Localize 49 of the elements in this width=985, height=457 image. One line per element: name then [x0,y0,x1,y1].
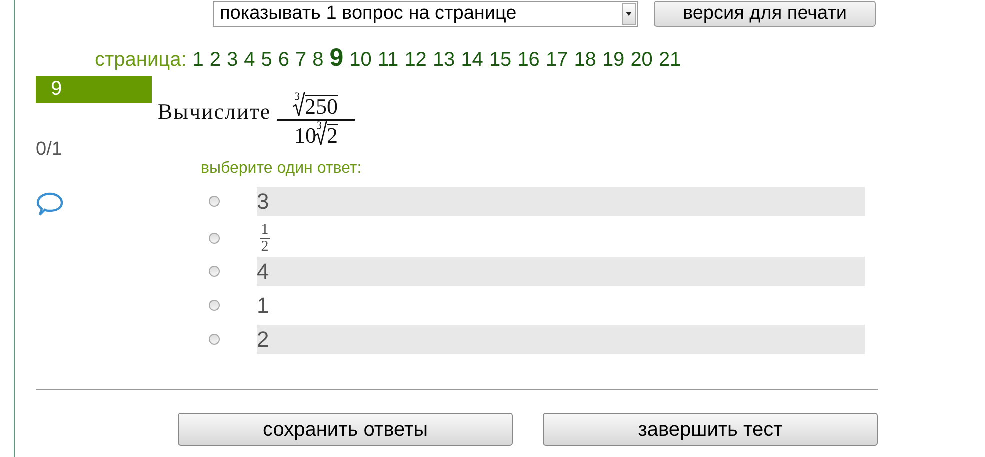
answer-prompt: выберите один ответ: [201,158,363,178]
action-button[interactable]: сохранить ответы [178,413,513,446]
page-link[interactable]: 6 [278,45,290,75]
page-link[interactable]: 1 [192,45,204,75]
radicand: 2 [326,124,338,146]
page-link[interactable]: 17 [546,45,568,75]
page-link[interactable]: 21 [658,45,682,75]
fraction-denominator: 2 [261,239,269,255]
dropdown-icon [622,2,636,24]
answer-option: 3 [257,187,865,216]
page-label: страница: [95,48,187,73]
page-link[interactable]: 16 [518,45,540,75]
page-link[interactable]: 12 [404,45,427,75]
radicand: 250 [304,95,338,118]
fraction-numerator: 1 [261,222,269,238]
action-button[interactable]: завершить тест [543,413,878,446]
page-link[interactable]: 8 [312,45,324,75]
page-link[interactable]: 11 [378,45,399,75]
page-link[interactable]: 15 [489,45,512,75]
answer-option: 4 [257,257,865,286]
page-link[interactable]: 7 [296,45,307,75]
page-link[interactable]: 20 [630,45,653,75]
radical-sign-icon [292,92,305,118]
page-link[interactable]: 3 [227,45,238,75]
page-link[interactable]: 4 [244,45,256,75]
radio-button[interactable] [209,300,220,311]
page-link[interactable]: 5 [261,45,272,75]
root-index: 3 [316,120,322,132]
page-link[interactable]: 10 [350,45,372,75]
page-link[interactable]: 18 [574,45,596,75]
radio-button[interactable] [209,266,220,277]
page-link[interactable]: 13 [432,45,456,75]
radio-button[interactable] [209,196,220,207]
question-number: 9 [36,76,152,103]
coefficient: 10 [294,124,316,146]
print-button[interactable]: версия для печати [654,0,876,26]
view-select[interactable]: показывать 1 вопрос на странице [213,0,638,26]
root-index: 3 [294,92,300,103]
radio-button[interactable] [209,233,220,244]
radio-button[interactable] [209,334,220,345]
score: 0/1 [36,138,64,162]
page-link[interactable]: 19 [602,45,625,75]
question-text: Вычислите [158,98,272,126]
answer-option: 1 [257,291,865,320]
answer-option: 2 [257,325,865,354]
page-link[interactable]: 2 [210,45,222,75]
page-link[interactable]: 14 [461,45,484,75]
page-link[interactable]: 9 [330,40,344,78]
comment-icon[interactable] [36,192,64,218]
